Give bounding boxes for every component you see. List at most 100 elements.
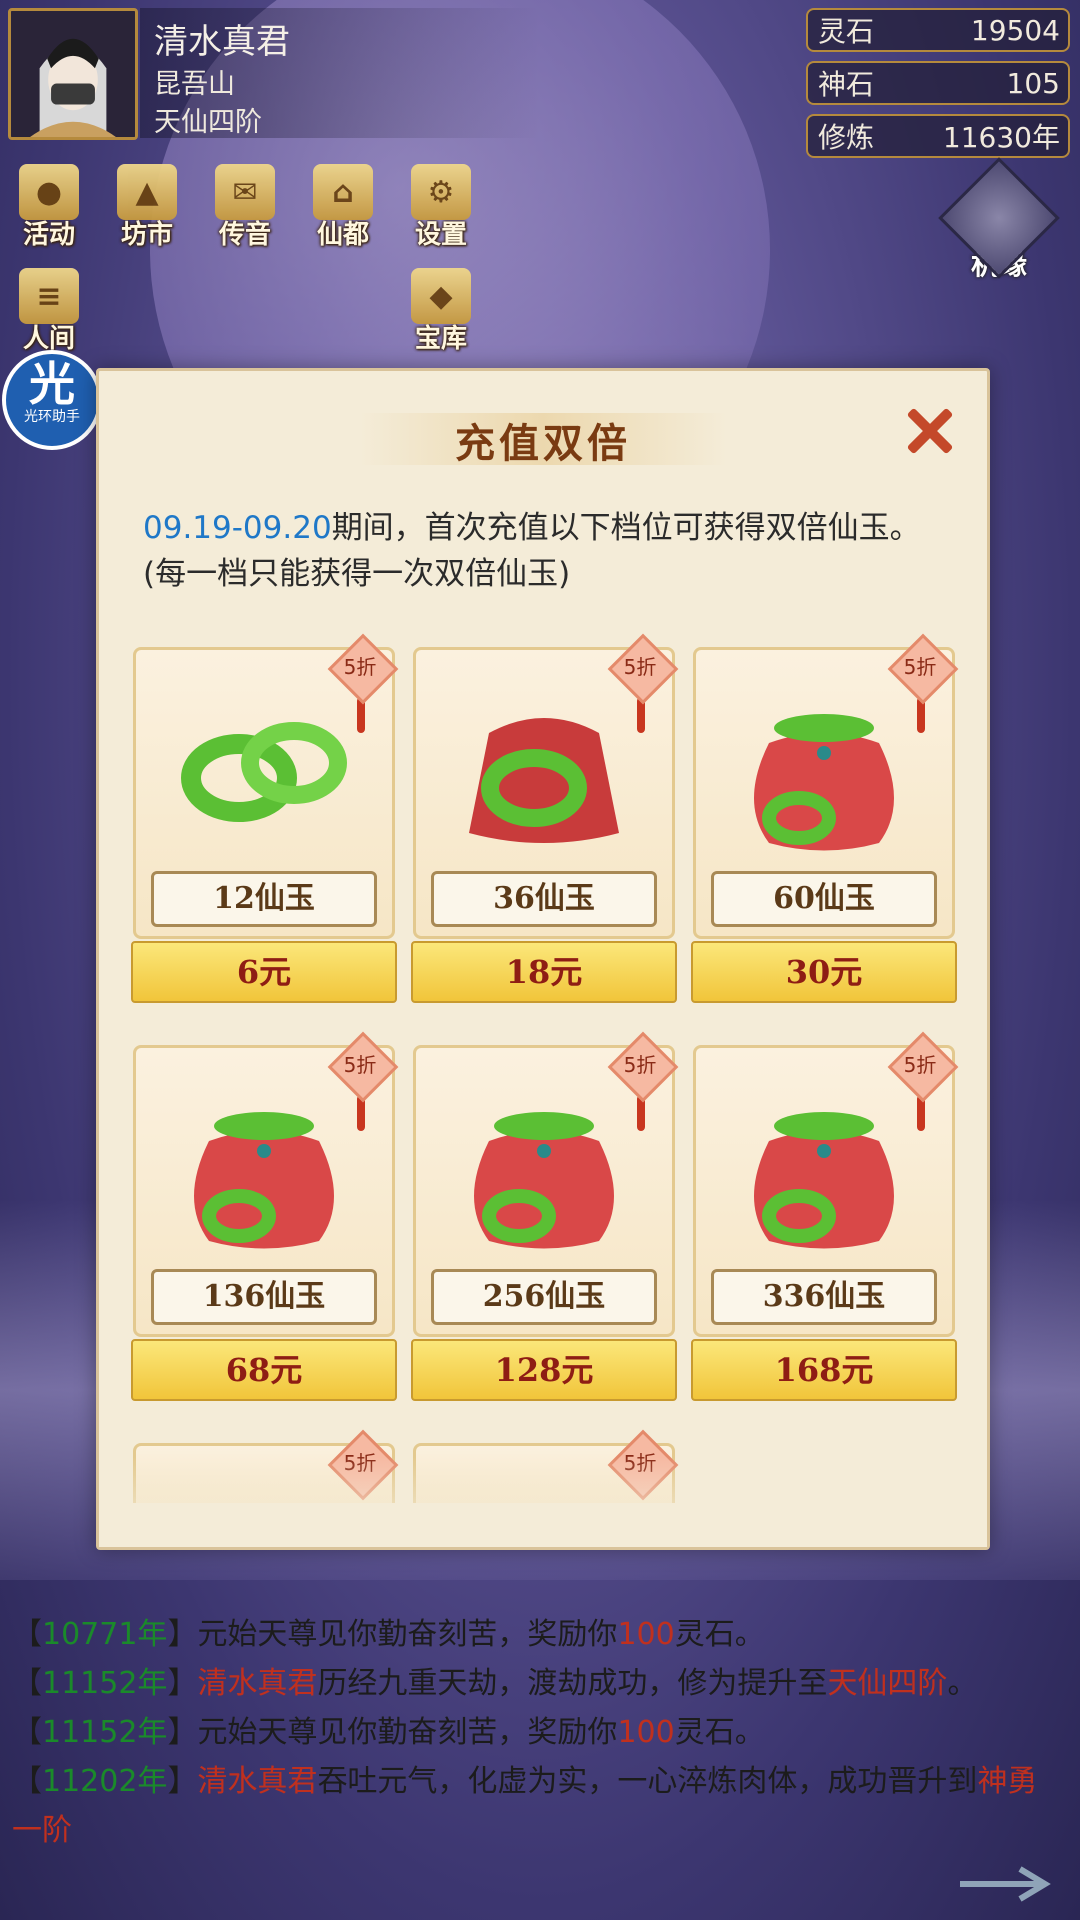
- pack-amount: 60仙玉: [711, 871, 937, 927]
- avatar-portrait-icon: [11, 11, 135, 137]
- event-log: 【10771年】元始天尊见你勤奋刻苦，奖励你100灵石。【11152年】清水真君…: [12, 1610, 1052, 1855]
- cloud-icon: ≡: [19, 268, 79, 324]
- dialog-title: 充值双倍: [455, 420, 631, 467]
- log-entry: 【11152年】清水真君历经九重天劫，渡劫成功，修为提升至天仙四阶。: [12, 1666, 978, 1701]
- pack-price-button[interactable]: 128元: [411, 1339, 677, 1401]
- discount-text: 5折: [343, 1053, 377, 1077]
- resource-label: 神石: [818, 68, 875, 101]
- log-text: 清水真君: [197, 1666, 318, 1701]
- log-text: 100: [617, 1617, 675, 1652]
- player-name: 清水真君: [154, 22, 290, 62]
- close-icon[interactable]: [901, 403, 957, 459]
- event-date-range: 09.19-09.20: [143, 510, 332, 546]
- discount-text: 5折: [903, 655, 937, 679]
- discount-text: 5折: [903, 1053, 937, 1077]
- log-entry: 【11152年】元始天尊见你勤奋刻苦，奖励你100灵石。: [12, 1715, 765, 1750]
- jade-bag-icon: [754, 1112, 894, 1249]
- discount-badge: 5折: [327, 633, 399, 705]
- nav-treasury-button[interactable]: ◆ 宝库: [396, 268, 486, 358]
- discount-badge: 5折: [327, 1031, 399, 1103]
- nav-label: 传音: [218, 220, 271, 250]
- log-text: 元始天尊见你勤奋刻苦，奖励你: [197, 1617, 618, 1652]
- resource-xiulian: 修炼 11630年: [806, 114, 1070, 158]
- pack-price-button[interactable]: 68元: [131, 1339, 397, 1401]
- log-year: 11152年: [42, 1715, 168, 1750]
- pack-price-button[interactable]: 6元: [131, 941, 397, 1003]
- recharge-pack-card[interactable]: 5折 136仙玉 68元: [131, 1031, 399, 1403]
- recharge-pack-card[interactable]: 5折 36仙玉 18元: [411, 633, 679, 1005]
- scroll-fade: [99, 1457, 987, 1547]
- halo-helper-label: 光环助手: [24, 409, 80, 425]
- log-text: 历经九重天劫，渡劫成功，修为提升至: [317, 1666, 828, 1701]
- player-sect: 昆吾山: [154, 69, 235, 100]
- nav-label: 坊市: [120, 220, 173, 250]
- pack-price-button[interactable]: 18元: [411, 941, 677, 1003]
- log-text: 吞吐元气，化虚为实，一心淬炼肉体，成功晋升到: [317, 1764, 978, 1799]
- resource-shenshi: 神石 105: [806, 61, 1070, 105]
- log-text: 元始天尊见你勤奋刻苦，奖励你: [197, 1715, 618, 1750]
- discount-badge: 5折: [887, 633, 959, 705]
- discount-text: 5折: [623, 655, 657, 679]
- log-year: 11202年: [42, 1764, 168, 1799]
- nav-label: 设置: [414, 220, 467, 250]
- jade-bag-icon: [194, 1112, 334, 1249]
- resource-label: 修炼: [818, 121, 875, 154]
- nav-label: 宝库: [414, 324, 467, 354]
- halo-helper-button[interactable]: 光 光环助手: [2, 350, 102, 450]
- jade-bag-icon: [474, 1112, 614, 1249]
- nav-label: 活动: [22, 220, 75, 250]
- pack-amount: 36仙玉: [431, 871, 657, 927]
- log-entry: 【11202年】清水真君吞吐元气，化虚为实，一心淬炼肉体，成功晋升到神勇一阶: [12, 1764, 1038, 1848]
- log-entry: 【10771年】元始天尊见你勤奋刻苦，奖励你100灵石。: [12, 1617, 765, 1652]
- player-avatar[interactable]: [8, 8, 138, 140]
- nav-message-button[interactable]: ✉ 传音: [200, 164, 290, 254]
- treasury-icon: ◆: [411, 268, 471, 324]
- resource-label: 灵石: [818, 15, 875, 48]
- recharge-pack-card[interactable]: 5折 60仙玉 30元: [691, 633, 959, 1005]
- fortune-button[interactable]: 机缘: [938, 157, 1060, 295]
- nav-mortal-realm-button[interactable]: ≡ 人间: [4, 268, 94, 358]
- discount-badge: 5折: [607, 1031, 679, 1103]
- pack-amount: 336仙玉: [711, 1269, 937, 1325]
- nav-settings-button[interactable]: ⚙ 设置: [396, 164, 486, 254]
- pavilion-icon: ⌂: [313, 164, 373, 220]
- dialog-description: 09.19-09.20期间，首次充值以下档位可获得双倍仙玉。(每一档只能获得一次…: [143, 505, 943, 597]
- pack-price-button[interactable]: 30元: [691, 941, 957, 1003]
- log-text: 清水真君: [197, 1764, 318, 1799]
- pack-amount: 136仙玉: [151, 1269, 377, 1325]
- recharge-pack-card[interactable]: 5折 12仙玉 6元: [131, 633, 399, 1005]
- log-text: 。: [947, 1666, 978, 1701]
- resource-value: 19504: [970, 13, 1060, 47]
- discount-text: 5折: [623, 1053, 657, 1077]
- discount-badge: 5折: [607, 633, 679, 705]
- gear-icon: ⚙: [411, 164, 471, 220]
- double-recharge-dialog: 充值双倍 09.19-09.20期间，首次充值以下档位可获得双倍仙玉。(每一档只…: [96, 368, 990, 1550]
- pack-price-button[interactable]: 168元: [691, 1339, 957, 1401]
- log-year: 10771年: [42, 1617, 168, 1652]
- nav-activity-button[interactable]: ● 活动: [4, 164, 94, 254]
- halo-helper-icon: 光: [29, 357, 75, 411]
- nav-label: 仙都: [316, 220, 369, 250]
- recharge-pack-card[interactable]: 5折 256仙玉 128元: [411, 1031, 679, 1403]
- mail-icon: ✉: [215, 164, 275, 220]
- pack-amount: 256仙玉: [431, 1269, 657, 1325]
- arrow-right-icon[interactable]: [960, 1864, 1060, 1904]
- jade-pouch-open-icon: [469, 718, 619, 843]
- resource-lingshi: 灵石 19504: [806, 8, 1070, 52]
- nav-market-button[interactable]: ▲ 坊市: [102, 164, 192, 254]
- jade-rings-icon: [181, 722, 347, 822]
- resource-value: 11630年: [942, 121, 1060, 154]
- nav-immortal-city-button[interactable]: ⌂ 仙都: [298, 164, 388, 254]
- jade-bag-icon: [754, 714, 894, 851]
- resource-value: 105: [1006, 66, 1060, 100]
- pack-amount: 12仙玉: [151, 871, 377, 927]
- market-icon: ▲: [117, 164, 177, 220]
- log-text: 灵石。: [674, 1715, 765, 1750]
- log-year: 11152年: [42, 1666, 168, 1701]
- discount-text: 5折: [343, 655, 377, 679]
- log-text: 100: [617, 1715, 675, 1750]
- activity-icon: ●: [19, 164, 79, 220]
- recharge-pack-card[interactable]: 5折 336仙玉 168元: [691, 1031, 959, 1403]
- log-text: 天仙四阶: [827, 1666, 948, 1701]
- discount-badge: 5折: [887, 1031, 959, 1103]
